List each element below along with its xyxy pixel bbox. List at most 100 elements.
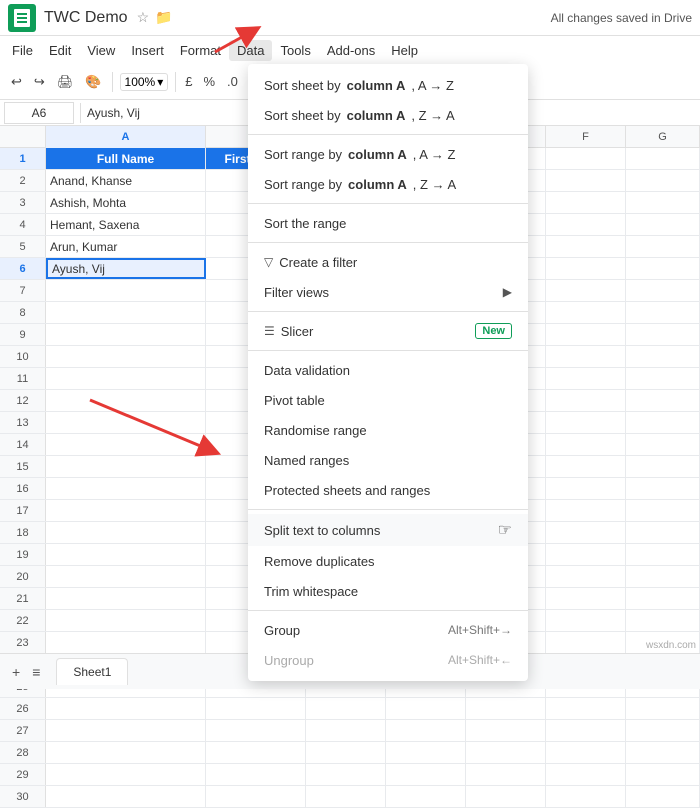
cell-a10[interactable]	[46, 346, 206, 367]
cell-f11[interactable]	[546, 368, 626, 389]
cell-e27[interactable]	[466, 720, 546, 741]
cell-g19[interactable]	[626, 544, 700, 565]
cell-g9[interactable]	[626, 324, 700, 345]
cell-a21[interactable]	[46, 588, 206, 609]
cell-g30[interactable]	[626, 786, 700, 807]
paint-format-btn[interactable]: 🎨	[80, 71, 106, 93]
cell-g26[interactable]	[626, 698, 700, 719]
cell-e30[interactable]	[466, 786, 546, 807]
cell-f17[interactable]	[546, 500, 626, 521]
cell-f5[interactable]	[546, 236, 626, 257]
print-btn[interactable]: 🖨	[52, 71, 79, 93]
cell-a22[interactable]	[46, 610, 206, 631]
decimal-btn[interactable]: .0	[222, 71, 243, 92]
cell-g27[interactable]	[626, 720, 700, 741]
cell-f8[interactable]	[546, 302, 626, 323]
menu-file[interactable]: File	[4, 40, 41, 61]
zoom-selector[interactable]: 100% ▾	[120, 73, 169, 91]
cell-a27[interactable]	[46, 720, 206, 741]
menu-data[interactable]: Data	[229, 40, 272, 61]
cell-d26[interactable]	[386, 698, 466, 719]
cell-g6[interactable]	[626, 258, 700, 279]
col-header-f[interactable]: F	[546, 126, 626, 148]
cell-f2[interactable]	[546, 170, 626, 191]
menu-addons[interactable]: Add-ons	[319, 40, 383, 61]
cell-g16[interactable]	[626, 478, 700, 499]
cell-f26[interactable]	[546, 698, 626, 719]
cell-f18[interactable]	[546, 522, 626, 543]
cell-a14[interactable]	[46, 434, 206, 455]
cell-a6[interactable]: Ayush, Vij	[46, 258, 206, 279]
cell-f22[interactable]	[546, 610, 626, 631]
dd-sort-range[interactable]: Sort the range	[248, 208, 528, 238]
dd-sort-az[interactable]: Sort sheet by column A, A → Z	[248, 70, 528, 100]
cell-g12[interactable]	[626, 390, 700, 411]
menu-format[interactable]: Format	[172, 40, 229, 61]
dd-named-ranges[interactable]: Named ranges	[248, 445, 528, 475]
cell-f10[interactable]	[546, 346, 626, 367]
cell-a9[interactable]	[46, 324, 206, 345]
cell-f14[interactable]	[546, 434, 626, 455]
cell-f28[interactable]	[546, 742, 626, 763]
cell-g29[interactable]	[626, 764, 700, 785]
cell-a30[interactable]	[46, 786, 206, 807]
cell-g2[interactable]	[626, 170, 700, 191]
cell-c27[interactable]	[306, 720, 386, 741]
cell-a1[interactable]: Full Name	[46, 148, 206, 169]
cell-g17[interactable]	[626, 500, 700, 521]
cell-f12[interactable]	[546, 390, 626, 411]
dd-create-filter[interactable]: ▽ Create a filter	[248, 247, 528, 277]
cell-e26[interactable]	[466, 698, 546, 719]
cell-f21[interactable]	[546, 588, 626, 609]
dd-sort-range-az[interactable]: Sort range by column A, A → Z	[248, 139, 528, 169]
cell-a18[interactable]	[46, 522, 206, 543]
dd-remove-duplicates[interactable]: Remove duplicates	[248, 546, 528, 576]
cell-g8[interactable]	[626, 302, 700, 323]
cell-e28[interactable]	[466, 742, 546, 763]
cell-a7[interactable]	[46, 280, 206, 301]
cell-g22[interactable]	[626, 610, 700, 631]
dd-pivot-table[interactable]: Pivot table	[248, 385, 528, 415]
cell-g7[interactable]	[626, 280, 700, 301]
cell-a20[interactable]	[46, 566, 206, 587]
cell-b30[interactable]	[206, 786, 306, 807]
cell-b29[interactable]	[206, 764, 306, 785]
cell-b28[interactable]	[206, 742, 306, 763]
cell-a4[interactable]: Hemant, Saxena	[46, 214, 206, 235]
cell-a16[interactable]	[46, 478, 206, 499]
cell-a26[interactable]	[46, 698, 206, 719]
dd-sort-range-za[interactable]: Sort range by column A, Z → A	[248, 169, 528, 199]
cell-g15[interactable]	[626, 456, 700, 477]
dd-trim-whitespace[interactable]: Trim whitespace	[248, 576, 528, 606]
dd-slicer[interactable]: ☰ Slicer New	[248, 316, 528, 346]
cell-f30[interactable]	[546, 786, 626, 807]
cell-g11[interactable]	[626, 368, 700, 389]
cell-g4[interactable]	[626, 214, 700, 235]
dd-protected[interactable]: Protected sheets and ranges	[248, 475, 528, 505]
menu-view[interactable]: View	[79, 40, 123, 61]
cell-reference-box[interactable]: A6	[4, 102, 74, 124]
cell-a13[interactable]	[46, 412, 206, 433]
cell-g10[interactable]	[626, 346, 700, 367]
cell-a23[interactable]	[46, 632, 206, 653]
menu-edit[interactable]: Edit	[41, 40, 79, 61]
cell-f7[interactable]	[546, 280, 626, 301]
cell-f20[interactable]	[546, 566, 626, 587]
cell-a15[interactable]	[46, 456, 206, 477]
cell-c26[interactable]	[306, 698, 386, 719]
cell-g3[interactable]	[626, 192, 700, 213]
doc-title[interactable]: TWC Demo	[44, 9, 128, 27]
col-header-a[interactable]: A	[46, 126, 206, 148]
cell-f4[interactable]	[546, 214, 626, 235]
dd-group[interactable]: Group Alt+Shift+→	[248, 615, 528, 645]
cell-a12[interactable]	[46, 390, 206, 411]
menu-insert[interactable]: Insert	[123, 40, 172, 61]
cell-f3[interactable]	[546, 192, 626, 213]
cell-g28[interactable]	[626, 742, 700, 763]
cell-d28[interactable]	[386, 742, 466, 763]
cell-e29[interactable]	[466, 764, 546, 785]
cell-g20[interactable]	[626, 566, 700, 587]
cell-f6[interactable]	[546, 258, 626, 279]
cell-c30[interactable]	[306, 786, 386, 807]
cell-c28[interactable]	[306, 742, 386, 763]
